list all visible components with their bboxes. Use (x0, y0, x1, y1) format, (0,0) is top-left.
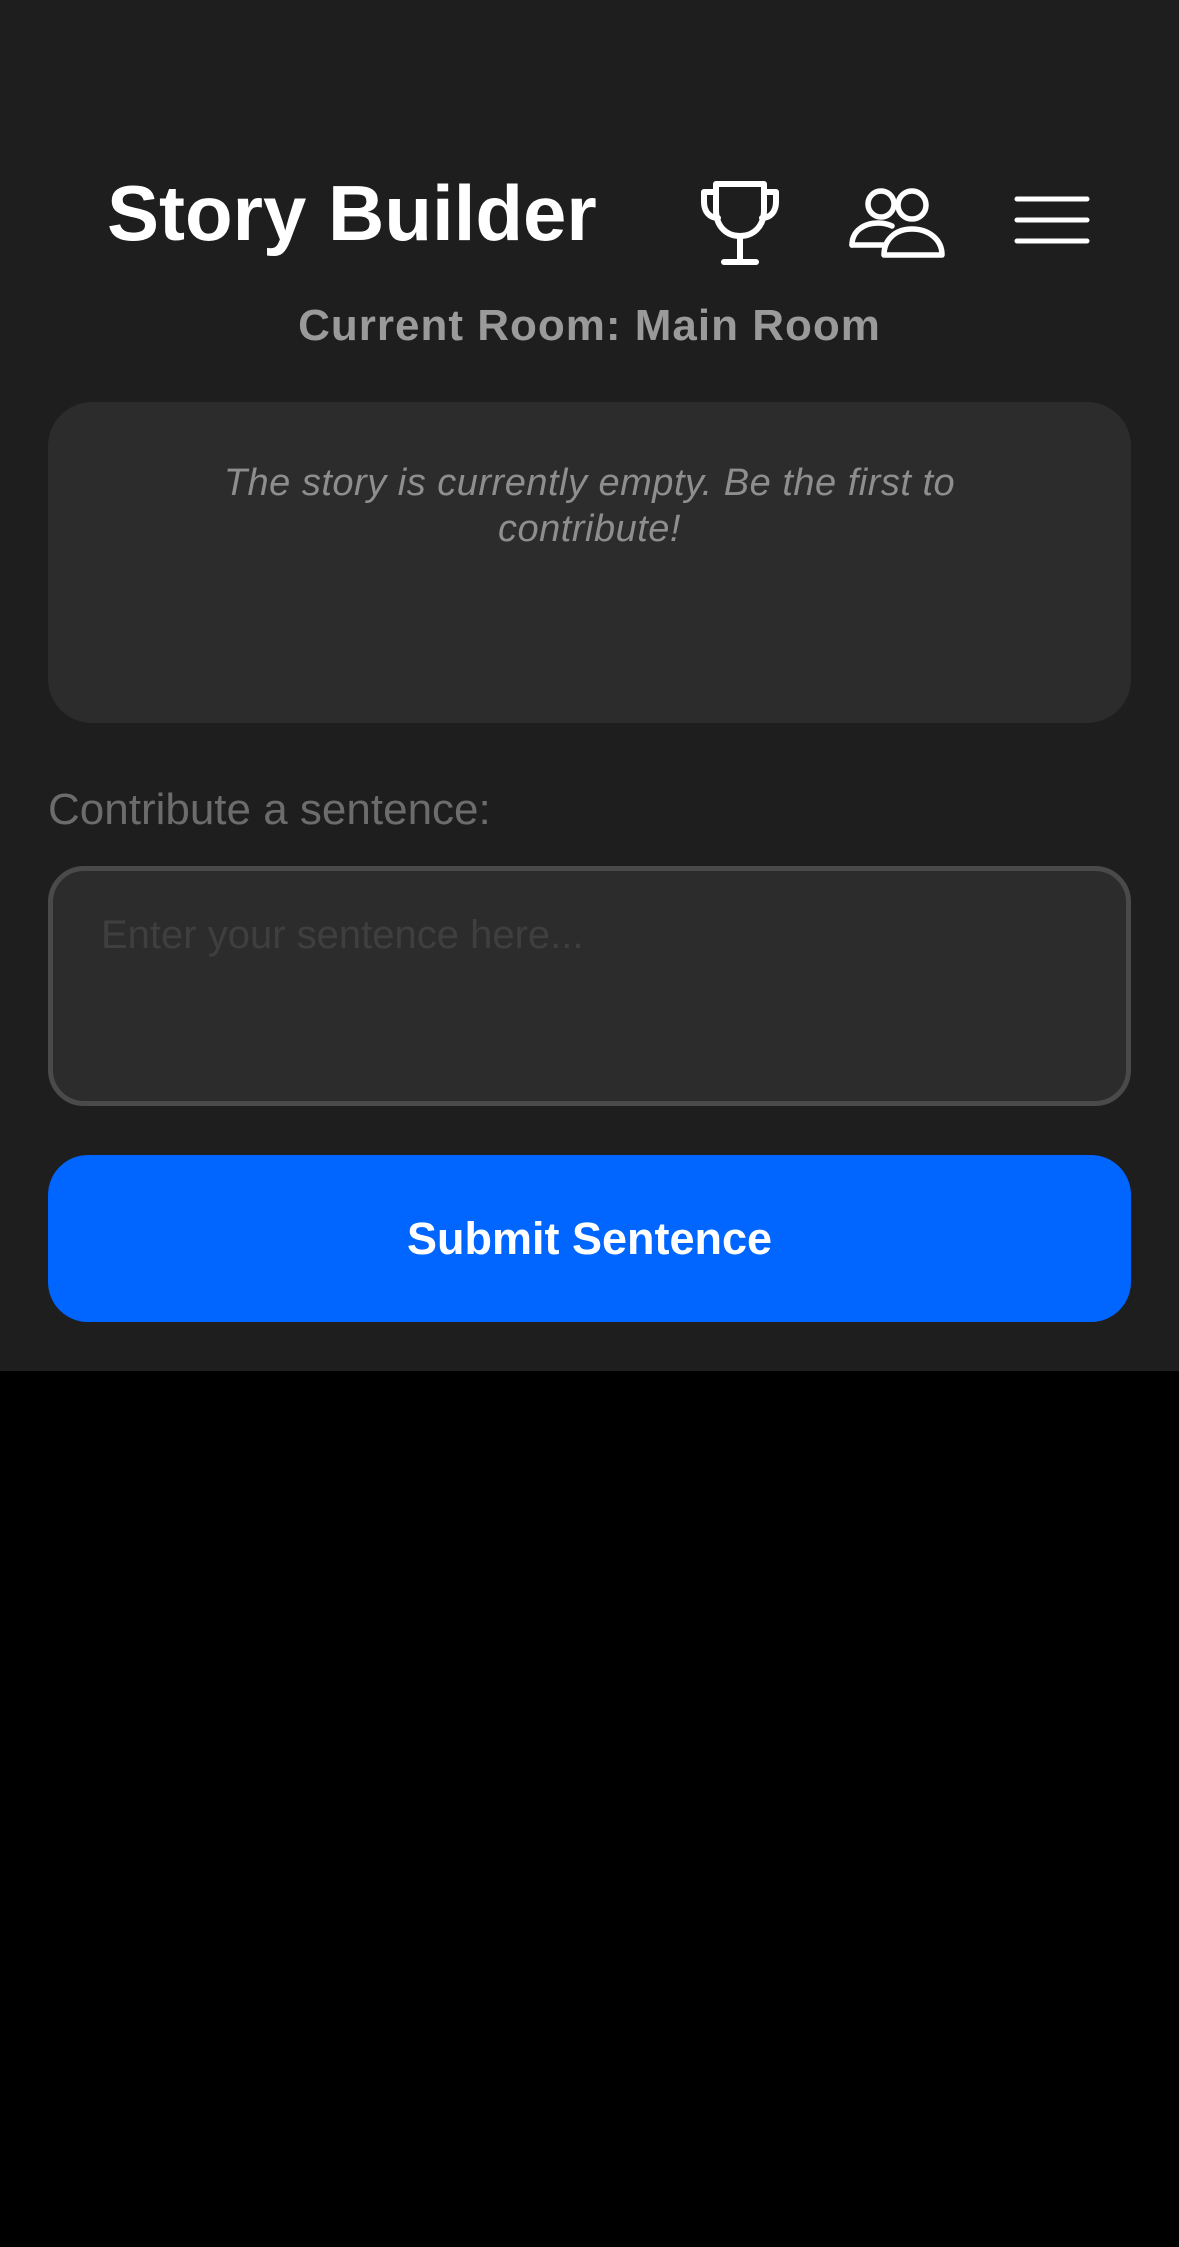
current-room-label: Current Room: Main Room (298, 301, 881, 350)
app-screen: Story Builder Current Room: Main Room Th… (0, 0, 1179, 1371)
leaderboard-button[interactable] (690, 172, 790, 272)
story-empty-message: The story is currently empty. Be the fir… (223, 462, 956, 550)
users-button[interactable] (846, 178, 950, 268)
hamburger-menu-icon (1014, 196, 1090, 244)
menu-button[interactable] (1010, 188, 1094, 252)
sentence-input[interactable] (48, 866, 1131, 1106)
story-display: The story is currently empty. Be the fir… (48, 402, 1131, 723)
contribute-label: Contribute a sentence: (48, 785, 491, 834)
submit-sentence-button[interactable]: Submit Sentence (48, 1155, 1131, 1322)
trophy-icon (701, 181, 779, 265)
page-title: Story Builder (107, 169, 597, 257)
users-icon (849, 188, 945, 258)
